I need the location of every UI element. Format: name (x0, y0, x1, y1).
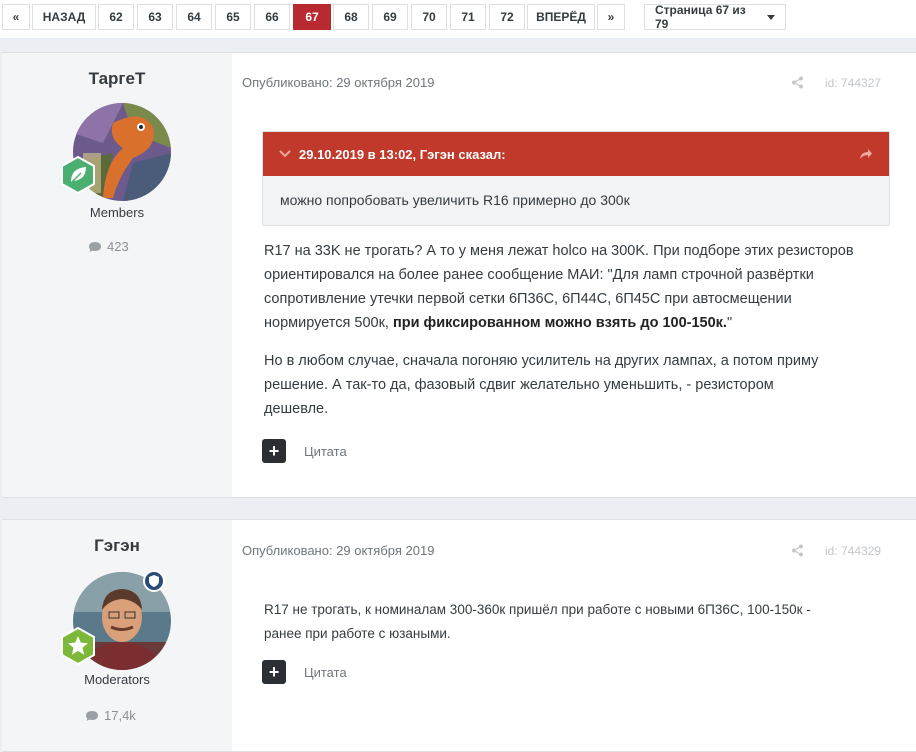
author-panel: ТаргеТ Members 423 (2, 53, 232, 497)
text-line: Но в любом случае, сначала погоняю усили… (264, 353, 819, 369)
next-page-button[interactable]: ВПЕРЁД (527, 4, 595, 30)
page-number: 72 (500, 10, 514, 24)
page-number: 65 (226, 10, 240, 24)
page-button-64[interactable]: 64 (176, 4, 212, 30)
page-number: 62 (109, 10, 123, 24)
double-chevron-left-icon: « (12, 10, 20, 24)
text-line: ориентировался на более ранее сообщение … (264, 267, 814, 283)
page-number: 68 (344, 10, 358, 24)
prev-page-label: НАЗАД (42, 10, 86, 24)
speech-bubble-icon (89, 241, 101, 252)
page-button-63[interactable]: 63 (137, 4, 173, 30)
quote-body: можно попробовать увеличить R16 примерно… (280, 192, 630, 208)
text-segment: " (726, 315, 733, 331)
forum-post: ТаргеТ Members 423 Опубликовано: 29 октя… (2, 52, 916, 498)
page-button-70[interactable]: 70 (411, 4, 447, 30)
shield-icon (143, 570, 165, 592)
post-paragraph: R17 на 33K не трогать? А то у меня лежат… (264, 239, 854, 335)
page-button-65[interactable]: 65 (215, 4, 251, 30)
post-paragraph: R17 не трогать, к номиналам 300-360к при… (264, 598, 811, 646)
quote-header-text: 29.10.2019 в 13:02, Гэгэн сказал: (299, 146, 506, 162)
quote-block: 29.10.2019 в 13:02, Гэгэн сказал: можно … (262, 131, 890, 226)
quote-button[interactable]: Цитата (304, 665, 347, 680)
multiquote-button[interactable]: + (262, 660, 286, 684)
page-number: 70 (422, 10, 436, 24)
author-name[interactable]: Гэгэн (2, 536, 232, 556)
share-icon[interactable] (791, 544, 804, 557)
first-page-button[interactable]: « (2, 4, 30, 30)
author-panel: Гэгэн Moderators 17,4k (2, 520, 232, 751)
author-name[interactable]: ТаргеТ (2, 69, 232, 89)
page-number: 66 (265, 10, 279, 24)
plus-icon: + (268, 441, 280, 461)
double-chevron-right-icon: » (607, 10, 615, 24)
text-segment: нормируется 500к, (264, 315, 393, 331)
text-line: R17 не трогать, к номиналам 300-360к при… (264, 602, 811, 617)
page-number: 71 (461, 10, 475, 24)
post-id[interactable]: id: 744329 (825, 544, 881, 558)
page-number: 69 (383, 10, 397, 24)
page-button-71[interactable]: 71 (450, 4, 486, 30)
bold-text: при фиксированном можно взять до 100-150… (392, 315, 727, 331)
user-group: Members (89, 205, 145, 220)
text-line: сопротивление утечки первой сетки 6П36С,… (264, 291, 792, 307)
user-group: Moderators (84, 672, 150, 687)
post-paragraph: Но в любом случае, сначала погоняю усили… (264, 349, 818, 421)
last-page-button[interactable]: » (597, 4, 625, 30)
plus-icon: + (268, 662, 280, 682)
text-line: ранее при работе с юзаными. (264, 626, 451, 641)
star-icon (61, 627, 95, 665)
post-date: Опубликовано: 29 октября 2019 (242, 75, 435, 90)
pagination-bar: « НАЗАД 62 63 64 65 66 67 68 69 70 71 72… (0, 0, 916, 38)
quote-chevron-icon (279, 150, 291, 158)
quote-header[interactable]: 29.10.2019 в 13:02, Гэгэн сказал: (263, 132, 889, 176)
text-line: решение. А так-то да, фазовый сдвиг жела… (264, 377, 774, 393)
page-button-72[interactable]: 72 (489, 4, 525, 30)
multiquote-button[interactable]: + (262, 439, 286, 463)
text-line: дешевле. (264, 401, 329, 417)
post-count: 423 (88, 239, 129, 254)
page-number: 67 (305, 10, 319, 24)
share-icon[interactable] (791, 76, 804, 89)
page-button-67-current[interactable]: 67 (293, 4, 331, 30)
post-count: 17,4k (85, 708, 136, 723)
forum-post: Гэгэн Moderators 17,4k Опубликовано: 29 … (2, 519, 916, 752)
leaf-icon (61, 156, 95, 194)
prev-page-button[interactable]: НАЗАД (32, 4, 96, 30)
next-page-label: ВПЕРЁД (536, 10, 586, 24)
post-count-value: 17,4k (104, 708, 136, 723)
chevron-down-icon (767, 14, 775, 20)
page-button-68[interactable]: 68 (333, 4, 369, 30)
post-id[interactable]: id: 744327 (825, 76, 881, 90)
page-select-dropdown[interactable]: Страница 67 из 79 (644, 3, 786, 31)
speech-bubble-icon (86, 710, 98, 721)
post-date: Опубликовано: 29 октября 2019 (242, 543, 435, 558)
page-button-62[interactable]: 62 (98, 4, 134, 30)
text-line: R17 на 33K не трогать? А то у меня лежат… (264, 243, 854, 259)
page-button-69[interactable]: 69 (372, 4, 408, 30)
page-button-66[interactable]: 66 (254, 4, 290, 30)
text-line: нормируется 500к, при фиксированном можн… (264, 311, 854, 335)
page-select-label: Страница 67 из 79 (655, 3, 746, 31)
page-number: 63 (148, 10, 162, 24)
reply-arrow-icon[interactable] (859, 148, 873, 160)
post-count-value: 423 (107, 239, 129, 254)
page-number: 64 (187, 10, 201, 24)
quote-button[interactable]: Цитата (304, 444, 347, 459)
